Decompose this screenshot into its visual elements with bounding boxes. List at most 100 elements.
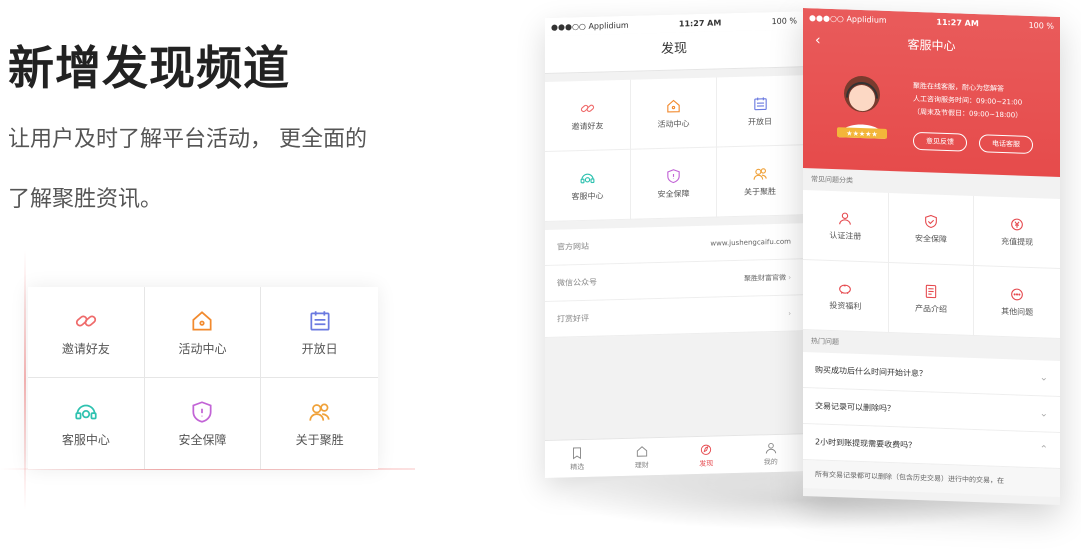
calendar-icon (310, 310, 330, 331)
feature-grid: 邀请好友 活动中心 开放日 客服中心 安全保障 关于聚胜 (28, 287, 378, 469)
feature-label: 客服中心 (61, 433, 110, 447)
call-button[interactable]: 电话客服 (979, 134, 1033, 155)
description-line-1: 让用户及时了解平台活动， 更全面的 (8, 127, 367, 152)
page-title: 客服中心 (907, 37, 956, 54)
calendar-icon (753, 96, 767, 110)
faq-question: 2小时到账提现需要收费吗？ (815, 437, 917, 450)
discover-grid: 邀请好友 活动中心 开放日 客服中心 安全保障 关于聚胜 (545, 75, 803, 222)
tab-featured[interactable]: 精选 (545, 439, 610, 478)
headset-icon (580, 173, 595, 183)
row-label: 微信公众号 (557, 277, 597, 288)
headline: 新增发现频道 (8, 41, 290, 95)
grid-item-label: 客服中心 (571, 190, 604, 201)
carrier: ●●●○○ Applidium (809, 12, 887, 25)
category-label: 产品介绍 (914, 303, 947, 315)
category-label: 认证注册 (829, 230, 862, 242)
category-other[interactable]: 其他问题 (974, 265, 1060, 339)
piggy-bank-icon (839, 284, 852, 294)
service-info: 聚胜在线客服，耐心为您解答 人工咨询服务时间：09:00~21:00 （周末及节… (913, 80, 1022, 123)
service-info-line: （周末及节假日：09:00~18:00） (913, 107, 1023, 120)
info-list: 官方网站 www.jushengcaifu.com 微信公众号 聚胜财富官微 ›… (545, 223, 803, 338)
link-icon (75, 314, 96, 327)
row-label: 官方网站 (557, 241, 589, 252)
row-value-text: 聚胜财富官微 (743, 273, 786, 283)
category-label: 投资福利 (829, 300, 862, 312)
category-label: 安全保障 (914, 233, 947, 245)
tab-finance[interactable]: 理财 (610, 438, 675, 477)
feature-label: 活动中心 (178, 341, 227, 356)
category-recharge[interactable]: 充值提现 (974, 195, 1060, 269)
home-icon (636, 445, 647, 457)
feedback-button[interactable]: 意见反馈 (913, 131, 967, 152)
faq-question: 购买成功后什么时间开始计息？ (815, 365, 927, 379)
accent-line-vertical (24, 250, 26, 510)
category-label: 充值提现 (1001, 236, 1034, 248)
clock: 11:27 AM (678, 17, 722, 28)
document-icon (925, 284, 937, 299)
user-icon (839, 212, 852, 225)
category-product[interactable]: 产品介绍 (888, 262, 975, 336)
home-icon (192, 310, 213, 331)
feature-security[interactable]: 安全保障 (145, 378, 262, 469)
grid-item-label: 开放日 (748, 116, 772, 127)
grid-item-label: 邀请好友 (571, 120, 604, 131)
feature-openday[interactable]: 开放日 (261, 287, 378, 378)
grid-item-label: 活动中心 (657, 118, 690, 129)
headset-icon (75, 404, 97, 420)
grid-item-invite[interactable]: 邀请好友 (545, 79, 631, 152)
category-security[interactable]: 安全保障 (888, 192, 975, 266)
home-icon (667, 99, 680, 113)
feature-label: 邀请好友 (61, 341, 110, 356)
category-register[interactable]: 认证注册 (803, 190, 889, 263)
faq-question: 交易记录可以删除吗？ (815, 401, 895, 414)
grid-item-service[interactable]: 客服中心 (545, 149, 631, 222)
row-label: 打赏好评 (557, 313, 589, 324)
bookmark-icon (573, 446, 582, 459)
feature-label: 关于聚胜 (295, 433, 344, 447)
grid-item-security[interactable]: 安全保障 (631, 147, 717, 220)
chevron-right-icon: › (788, 309, 791, 318)
grid-item-openday[interactable]: 开放日 (717, 75, 803, 148)
feature-about[interactable]: 关于聚胜 (261, 378, 378, 469)
description-line-2: 了解聚胜资讯。 (8, 187, 163, 212)
phone-discover: ●●●○○ Applidium 11:27 AM 100 % 发现 邀请好友 活… (545, 11, 803, 479)
feature-label: 开放日 (301, 341, 338, 356)
tab-discover[interactable]: 发现 (674, 436, 739, 475)
category-benefit[interactable]: 投资福利 (803, 260, 889, 333)
row-rate[interactable]: 打赏好评 › (545, 295, 803, 338)
tab-bar: 精选 理财 发现 我的 (545, 433, 803, 478)
shield-icon (667, 168, 680, 183)
feature-invite[interactable]: 邀请好友 (28, 287, 145, 378)
service-buttons: 意见反馈 电话客服 (913, 131, 1033, 155)
feature-service[interactable]: 客服中心 (28, 378, 145, 469)
battery: 100 % (771, 15, 797, 26)
yen-icon (1011, 218, 1024, 231)
chevron-down-icon: ⌄ (1039, 372, 1048, 384)
clock: 11:27 AM (936, 17, 979, 28)
shield-check-icon (925, 214, 937, 229)
grid-item-activity[interactable]: 活动中心 (631, 77, 717, 150)
page-title: 发现 (545, 29, 803, 74)
back-icon[interactable]: ‹ (815, 32, 821, 48)
category-label: 其他问题 (1001, 306, 1034, 318)
agent-avatar: ★★★★★ (837, 76, 887, 139)
battery: 100 % (1028, 20, 1054, 31)
feature-activity[interactable]: 活动中心 (144, 287, 262, 378)
promo-slide: 新增发现频道 让用户及时了解平台活动， 更全面的 了解聚胜资讯。 邀请好友 活动… (0, 0, 1081, 550)
description: 让用户及时了解平台活动， 更全面的 了解聚胜资讯。 (8, 110, 428, 230)
row-value: www.jushengcaifu.com (710, 237, 791, 248)
chevron-down-icon: ⌄ (1039, 408, 1048, 420)
service-header: ●●●○○ Applidium 11:27 AM 100 % ‹ 客服中心 ★★… (803, 8, 1060, 177)
grid-item-label: 安全保障 (657, 188, 690, 199)
svg-text:★★★★★: ★★★★★ (846, 130, 877, 139)
grid-item-about[interactable]: 关于聚胜 (717, 145, 803, 218)
shield-icon (192, 401, 213, 423)
tab-label: 理财 (634, 460, 649, 470)
user-icon (765, 442, 776, 453)
compass-icon (701, 444, 712, 455)
tab-label: 发现 (699, 459, 714, 468)
phone-customer-service: ●●●○○ Applidium 11:27 AM 100 % ‹ 客服中心 ★★… (803, 8, 1060, 505)
users-icon (309, 403, 330, 421)
tab-mine[interactable]: 我的 (739, 434, 804, 473)
chevron-up-icon: ⌃ (1039, 444, 1048, 456)
